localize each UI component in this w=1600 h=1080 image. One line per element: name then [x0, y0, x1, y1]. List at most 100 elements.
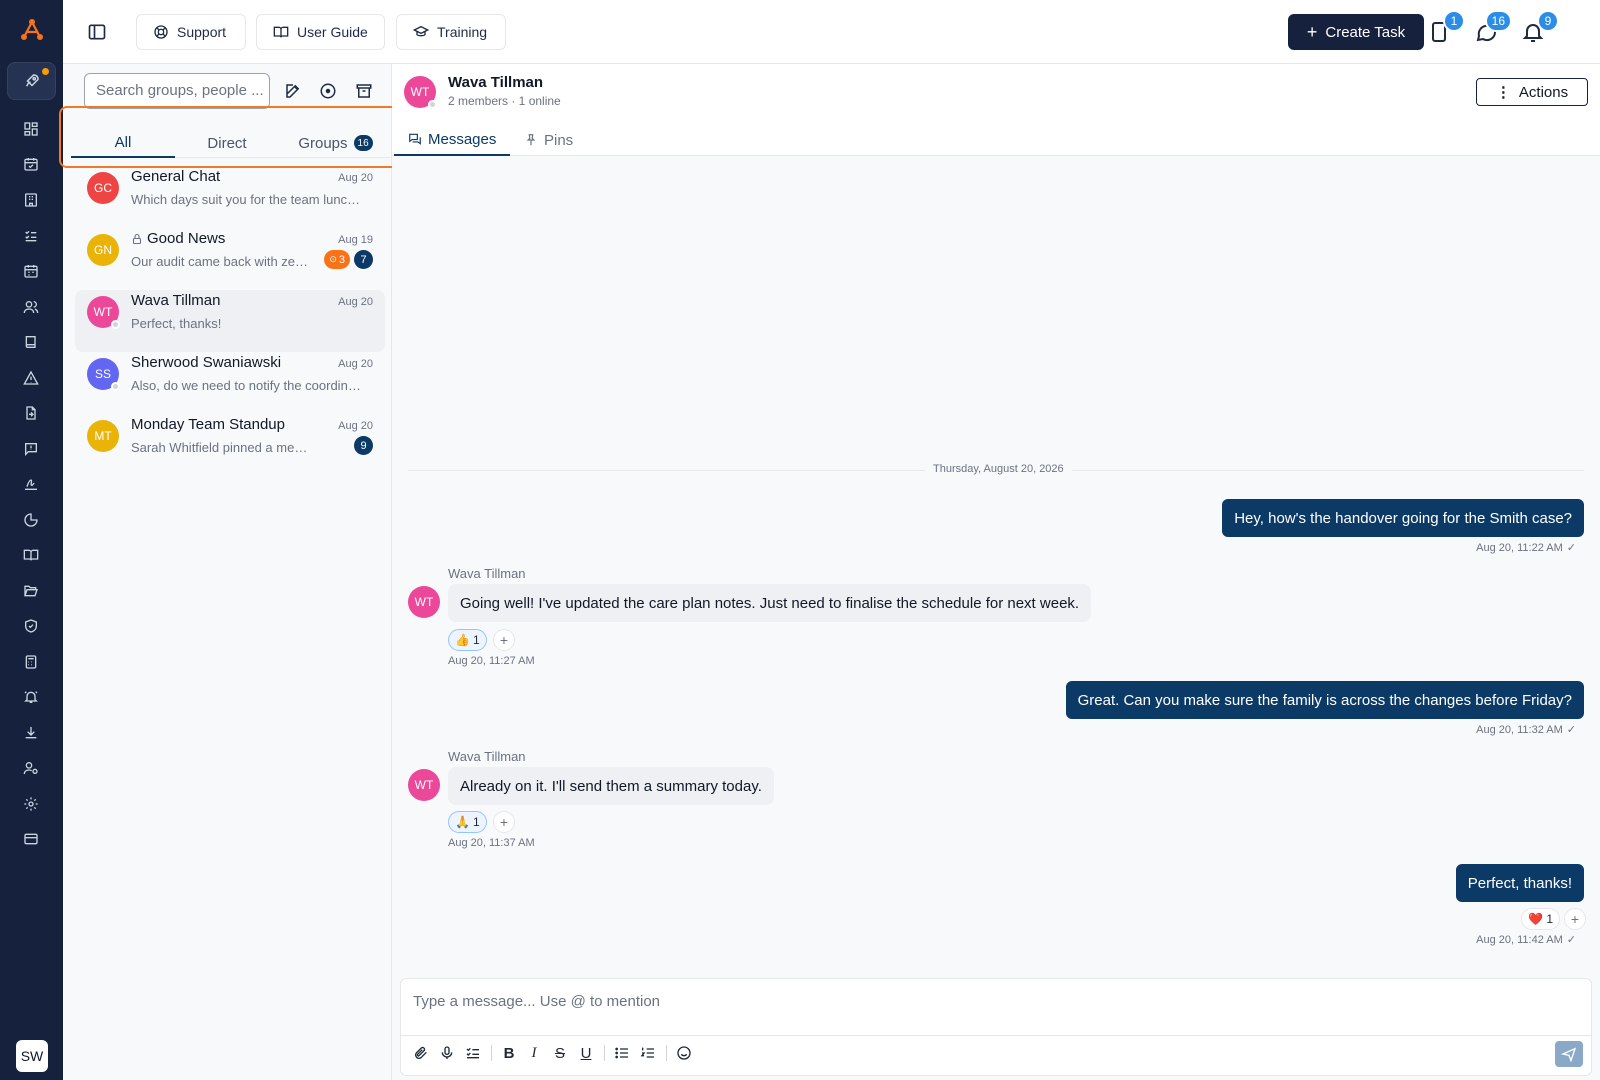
message-bubble-outgoing[interactable]: Great. Can you make sure the family is a… — [1065, 681, 1584, 719]
read-check-icon: ✓ — [1566, 724, 1576, 736]
user-guide-button[interactable]: User Guide — [256, 14, 385, 50]
support-label: Support — [177, 24, 227, 40]
message-alert-icon[interactable] — [21, 439, 41, 459]
folder-open-icon[interactable] — [21, 581, 41, 601]
conversation-date: Aug 20 — [338, 296, 373, 308]
dashboard-icon[interactable] — [21, 119, 41, 139]
message-bubble-incoming[interactable]: Going well! I've updated the care plan n… — [448, 584, 1092, 622]
actions-label: Actions — [1518, 83, 1569, 101]
signature-icon[interactable] — [21, 474, 41, 494]
italic-icon[interactable]: I — [524, 1043, 544, 1063]
message-sender: Wava Tillman — [448, 749, 526, 764]
conversation-name: Good News — [131, 230, 225, 247]
presence-dot — [111, 382, 120, 391]
building-icon[interactable] — [21, 190, 41, 210]
toolbar-separator — [666, 1045, 667, 1061]
settings-icon[interactable] — [21, 794, 41, 814]
underline-icon[interactable]: U — [576, 1043, 596, 1063]
conversation-date: Aug 20 — [338, 420, 373, 432]
add-reaction-button[interactable]: + — [493, 811, 515, 833]
bullet-list-icon[interactable] — [612, 1043, 632, 1063]
message-avatar: WT — [408, 769, 440, 801]
calculator-icon[interactable] — [21, 652, 41, 672]
conversation-item[interactable]: MT Monday Team Standup Aug 20 Sarah Whit… — [75, 414, 385, 476]
create-task-button[interactable]: + Create Task — [1288, 14, 1424, 50]
notifications-badge: 9 — [1537, 10, 1559, 32]
mention-badge: ⊙ 3 — [324, 250, 350, 269]
user-cog-icon[interactable] — [21, 758, 41, 778]
add-reaction-button[interactable]: + — [493, 629, 515, 651]
compose-icon[interactable] — [284, 82, 302, 100]
user-avatar[interactable]: SW — [16, 1040, 48, 1072]
tasks-button[interactable]: 1 — [1427, 10, 1465, 44]
emoji-icon[interactable] — [674, 1043, 694, 1063]
archive-icon[interactable] — [355, 82, 373, 100]
bell-ring-icon[interactable] — [21, 687, 41, 707]
message-bubble-outgoing[interactable]: Hey, how's the handover going for the Sm… — [1222, 499, 1584, 537]
message-composer[interactable]: Type a message... Use @ to mention B I S… — [400, 978, 1592, 1076]
add-reaction-button[interactable]: + — [1564, 908, 1586, 930]
checklist-icon[interactable] — [21, 226, 41, 246]
unread-badge: 9 — [354, 436, 373, 455]
status-filter-icon[interactable] — [319, 82, 337, 100]
sidebar-toggle-icon[interactable] — [87, 22, 107, 42]
chat-avatar: WT — [404, 76, 437, 109]
book-open-icon[interactable] — [21, 545, 41, 565]
heart-emoji: ❤️ — [1528, 912, 1544, 926]
actions-button[interactable]: ⋮ Actions — [1476, 78, 1588, 106]
pie-chart-icon[interactable] — [21, 510, 41, 530]
calendar-icon[interactable] — [21, 261, 41, 281]
conversation-name: Sherwood Swaniawski — [131, 354, 282, 371]
training-button[interactable]: Training — [396, 14, 506, 50]
mention-icon: ⊙ — [329, 254, 337, 264]
support-button[interactable]: Support — [136, 14, 246, 50]
app-logo-icon[interactable] — [19, 17, 45, 43]
message-meta: Aug 20, 11:27 AM — [448, 655, 535, 667]
toolbar-separator — [491, 1045, 492, 1061]
reaction-chip[interactable]: ❤️ 1 — [1521, 908, 1560, 930]
avatar: SS — [87, 358, 120, 391]
conversation-item[interactable]: GC General Chat Aug 20 Which days suit y… — [75, 166, 385, 228]
reaction-chip[interactable]: 🙏 1 — [448, 811, 487, 833]
conversation-list-panel: Search groups, people ... All Direct Gro… — [59, 64, 399, 1080]
users-icon[interactable] — [21, 297, 41, 317]
conversation-item[interactable]: GN Good News Aug 19 Our audit came back … — [75, 228, 385, 290]
message-bubble-incoming[interactable]: Already on it. I'll send them a summary … — [448, 767, 774, 805]
message-bubble-outgoing[interactable]: Perfect, thanks! — [1455, 864, 1584, 902]
bold-icon[interactable]: B — [499, 1043, 519, 1063]
messages-button[interactable]: 16 — [1474, 10, 1512, 44]
plus-icon: + — [1306, 22, 1318, 42]
send-button[interactable] — [1555, 1041, 1583, 1067]
rocket-icon[interactable] — [7, 62, 56, 100]
warning-icon[interactable] — [21, 368, 41, 388]
download-icon[interactable] — [21, 723, 41, 743]
attach-icon[interactable] — [411, 1043, 431, 1063]
reaction-chip[interactable]: 👍 1 — [448, 629, 487, 651]
conversation-item[interactable]: SS Sherwood Swaniawski Aug 20 Also, do w… — [75, 352, 385, 414]
strikethrough-icon[interactable]: S — [550, 1043, 570, 1063]
top-bar: Support User Guide Training + Create Tas… — [63, 0, 1600, 64]
message-input[interactable]: Type a message... Use @ to mention — [413, 993, 660, 1010]
message-avatar: WT — [408, 586, 440, 618]
conversation-preview: Also, do we need to notify the coordinat… — [131, 378, 367, 393]
composer-divider — [401, 1035, 1591, 1036]
shield-check-icon[interactable] — [21, 616, 41, 636]
tab-pins-label: Pins — [544, 131, 574, 149]
notifications-button[interactable]: 9 — [1521, 10, 1559, 44]
file-import-icon[interactable] — [21, 403, 41, 423]
chat-subtitle: 2 members · 1 online — [448, 94, 561, 108]
tab-pins[interactable]: Pins — [510, 124, 587, 156]
tab-messages[interactable]: Messages — [394, 124, 511, 156]
credit-card-icon[interactable] — [21, 829, 41, 849]
conversation-preview: Which days suit you for the team lunch n… — [131, 192, 367, 207]
conversation-date: Aug 20 — [338, 172, 373, 184]
search-input[interactable]: Search groups, people ... — [84, 73, 270, 109]
calendar-check-icon[interactable] — [21, 154, 41, 174]
chat-header: WT Wava Tillman 2 members · 1 online ⋮ A… — [392, 64, 1600, 156]
numbered-list-icon[interactable] — [638, 1043, 658, 1063]
book-icon[interactable] — [21, 332, 41, 352]
conversation-item[interactable]: WT Wava Tillman Aug 20 Perfect, thanks! — [75, 290, 385, 352]
checklist-icon[interactable] — [463, 1043, 483, 1063]
conversation-name: General Chat — [131, 168, 221, 185]
microphone-icon[interactable] — [437, 1043, 457, 1063]
